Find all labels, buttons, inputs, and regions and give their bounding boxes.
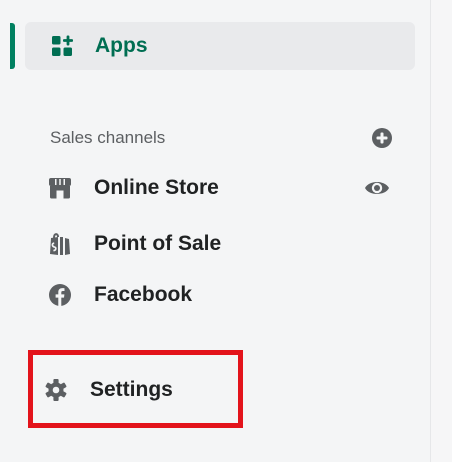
facebook-icon <box>49 284 71 306</box>
sidebar-item-online-store[interactable]: Online Store <box>48 170 398 206</box>
highlight-annotation <box>28 350 243 428</box>
sidebar-item-label: Online Store <box>94 176 219 199</box>
sidebar-item-facebook[interactable]: Facebook <box>48 277 398 313</box>
sidebar-item-apps[interactable]: Apps <box>25 22 415 70</box>
plus-circle-icon[interactable] <box>371 127 393 149</box>
main-content-edge <box>431 0 452 462</box>
sales-channels-header: Sales channels <box>50 124 395 152</box>
store-icon <box>49 178 71 199</box>
section-title: Sales channels <box>50 128 166 147</box>
selected-indicator <box>10 23 15 69</box>
sidebar-nav: Apps Sales channels Online Store Point o… <box>0 0 430 462</box>
apps-icon <box>52 35 73 56</box>
eye-icon[interactable] <box>364 177 390 199</box>
sidebar-item-label: Point of Sale <box>94 232 222 255</box>
sidebar-item-label: Apps <box>95 34 148 57</box>
sidebar-item-label: Facebook <box>94 283 193 306</box>
sidebar-item-point-of-sale[interactable]: Point of Sale <box>48 226 398 262</box>
shopping-bag-icon <box>50 233 70 255</box>
